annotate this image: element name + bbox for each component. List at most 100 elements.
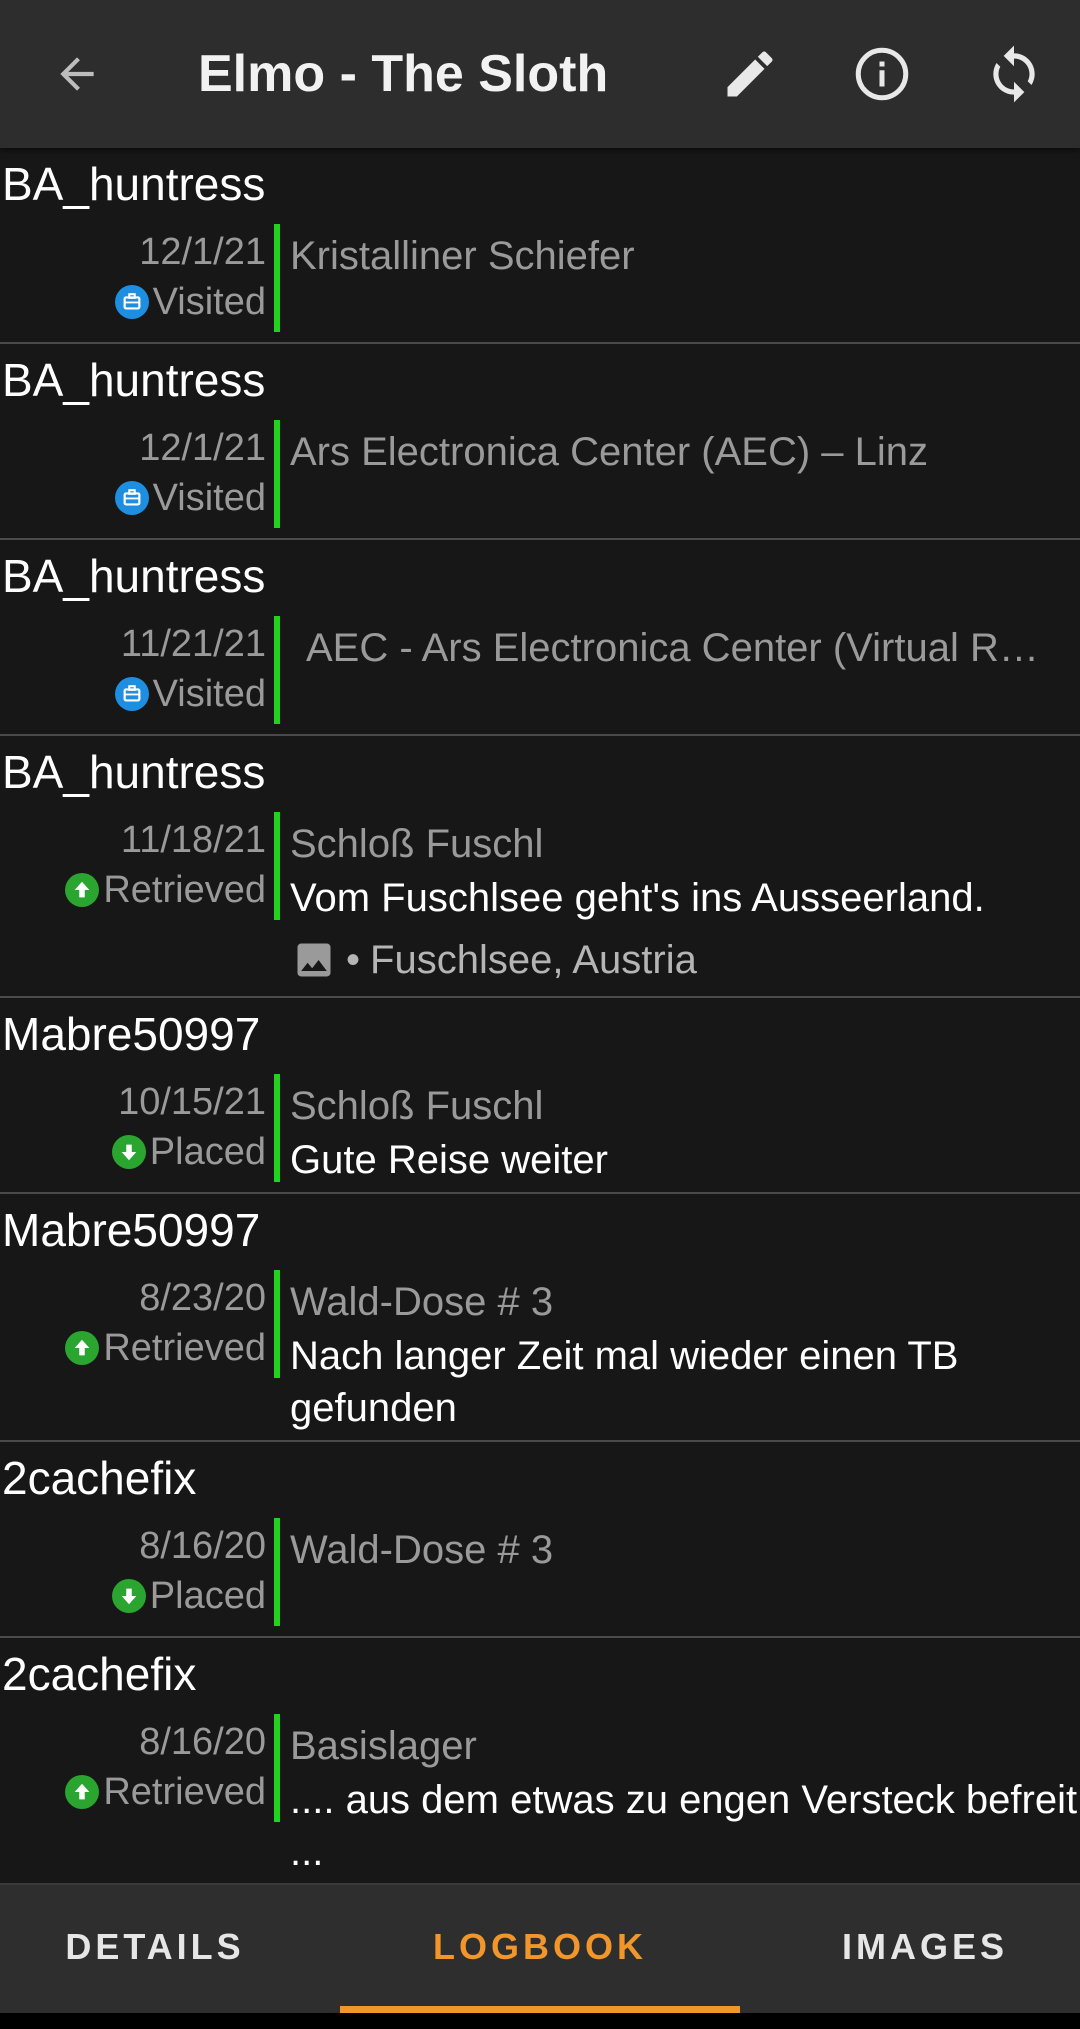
log-meta: 12/1/21 Visited xyxy=(6,426,266,520)
log-content: Schloß Fuschl Vom Fuschlsee geht's ins A… xyxy=(290,820,1080,924)
log-type: Retrieved xyxy=(6,1326,266,1370)
log-content: AEC - Ars Electronica Center (Virtual R… xyxy=(290,624,1080,672)
log-entry[interactable]: BA_huntress 12/1/21 Visited Kristalliner… xyxy=(0,148,1080,344)
log-meta: 8/16/20 Retrieved xyxy=(6,1720,266,1814)
log-author: 2cachefix xyxy=(2,1452,197,1504)
log-content: Ars Electronica Center (AEC) – Linz xyxy=(290,428,1080,476)
log-meta: 11/21/21 Visited xyxy=(6,622,266,716)
log-cache-name[interactable]: Schloß Fuschl xyxy=(290,820,1080,868)
log-accent-bar xyxy=(274,1074,280,1182)
log-content: Basislager .... aus dem etwas zu engen V… xyxy=(290,1722,1080,1878)
log-content: Wald-Dose # 3 Nach langer Zeit mal wiede… xyxy=(290,1278,1080,1434)
log-author: Mabre50997 xyxy=(2,1008,261,1060)
info-icon xyxy=(855,47,909,101)
location-separator: • xyxy=(346,938,361,982)
log-accent-bar xyxy=(274,1270,280,1378)
log-type-label: Retrieved xyxy=(103,1327,266,1369)
log-date: 8/23/20 xyxy=(139,1277,266,1319)
log-author: BA_huntress xyxy=(2,354,266,406)
log-meta: 10/15/21 Placed xyxy=(6,1080,266,1174)
log-cache-name[interactable]: Kristalliner Schiefer xyxy=(290,232,1080,280)
image-icon xyxy=(297,943,331,977)
log-type: Retrieved xyxy=(6,868,266,912)
log-type: Placed xyxy=(6,1130,266,1174)
log-content: Schloß Fuschl Gute Reise weiter xyxy=(290,1082,1080,1186)
log-entry[interactable]: BA_huntress 12/1/21 Visited Ars Electron… xyxy=(0,344,1080,540)
log-entry[interactable]: BA_huntress 11/18/21 Retrieved Schloß Fu… xyxy=(0,736,1080,998)
log-type-label: Visited xyxy=(152,281,266,323)
log-type: Visited xyxy=(6,280,266,324)
log-text: .... aus dem etwas zu engen Versteck bef… xyxy=(290,1778,1078,1874)
log-type-label: Placed xyxy=(149,1575,266,1617)
log-cache-name[interactable]: Schloß Fuschl xyxy=(290,1082,1080,1130)
log-cache-name[interactable]: Wald-Dose # 3 xyxy=(290,1278,1080,1326)
selected-tab-indicator xyxy=(340,2006,740,2013)
log-type-label: Visited xyxy=(152,477,266,519)
log-cache-name[interactable]: AEC - Ars Electronica Center (Virtual R… xyxy=(290,624,1080,672)
log-date: 8/16/20 xyxy=(139,1525,266,1567)
log-entry[interactable]: 2cachefix 8/16/20 Placed Wald-Dose # 3 xyxy=(0,1442,1080,1638)
retrieved-icon xyxy=(65,1331,100,1365)
retrieved-icon xyxy=(65,873,100,907)
page-title: Elmo - The Sloth xyxy=(198,45,609,103)
log-accent-bar xyxy=(274,812,280,920)
log-type: Visited xyxy=(6,476,266,520)
log-entry[interactable]: 2cachefix 8/16/20 Retrieved Basislager .… xyxy=(0,1638,1080,1883)
placed-icon xyxy=(111,1135,146,1169)
log-entry[interactable]: Mabre50997 8/23/20 Retrieved Wald-Dose #… xyxy=(0,1194,1080,1442)
visited-icon xyxy=(114,481,149,515)
log-accent-bar xyxy=(274,616,280,724)
retrieved-icon xyxy=(65,1775,100,1809)
visited-icon xyxy=(114,677,149,711)
log-meta: 12/1/21 Visited xyxy=(6,230,266,324)
log-date: 12/1/21 xyxy=(139,231,266,273)
tab-logbook[interactable]: LOGBOOK xyxy=(340,1885,740,2009)
log-date: 8/16/20 xyxy=(139,1721,266,1763)
pencil-icon xyxy=(727,51,773,97)
log-entry[interactable]: BA_huntress 11/21/21 Visited AEC - Ars E… xyxy=(0,540,1080,736)
log-date: 11/18/21 xyxy=(120,819,266,861)
log-type-label: Visited xyxy=(152,673,266,715)
tab-details[interactable]: DETAILS xyxy=(0,1885,310,2009)
log-author: BA_huntress xyxy=(2,746,266,798)
log-type: Visited xyxy=(6,672,266,716)
log-location-row[interactable]: • Fuschlsee, Austria xyxy=(292,936,697,984)
log-meta: 8/23/20 Retrieved xyxy=(6,1276,266,1370)
log-author: 2cachefix xyxy=(2,1648,197,1700)
log-accent-bar xyxy=(274,420,280,528)
log-accent-bar xyxy=(274,224,280,332)
log-text: Gute Reise weiter xyxy=(290,1138,608,1182)
info-button[interactable] xyxy=(842,34,922,114)
log-location: Fuschlsee, Austria xyxy=(370,938,697,982)
log-type: Placed xyxy=(6,1574,266,1618)
log-author: Mabre50997 xyxy=(2,1204,261,1256)
tab-images[interactable]: IMAGES xyxy=(770,1885,1080,2009)
log-author: BA_huntress xyxy=(2,158,266,210)
log-cache-name[interactable]: Ars Electronica Center (AEC) – Linz xyxy=(290,428,1080,476)
log-text: Vom Fuschlsee geht's ins Ausseerland. xyxy=(290,876,985,920)
log-cache-name[interactable]: Wald-Dose # 3 xyxy=(290,1526,1080,1574)
visited-icon xyxy=(114,285,149,319)
edit-button[interactable] xyxy=(710,34,790,114)
log-content: Wald-Dose # 3 xyxy=(290,1526,1080,1574)
log-type-label: Retrieved xyxy=(103,869,266,911)
log-accent-bar xyxy=(274,1714,280,1822)
log-type-label: Retrieved xyxy=(103,1771,266,1813)
arrow-back-icon xyxy=(60,57,94,91)
log-date: 11/21/21 xyxy=(120,623,266,665)
log-text: Nach langer Zeit mal wieder einen TB gef… xyxy=(290,1334,959,1430)
log-date: 10/15/21 xyxy=(118,1081,266,1123)
back-button[interactable] xyxy=(37,34,117,114)
log-meta: 11/18/21 Retrieved xyxy=(6,818,266,912)
logbook-list[interactable]: BA_huntress 12/1/21 Visited Kristalliner… xyxy=(0,148,1080,1883)
sync-icon xyxy=(993,45,1035,103)
log-entry[interactable]: Mabre50997 10/15/21 Placed Schloß Fuschl… xyxy=(0,998,1080,1194)
log-type-label: Placed xyxy=(149,1131,266,1173)
sync-button[interactable] xyxy=(974,34,1054,114)
log-accent-bar xyxy=(274,1518,280,1626)
log-date: 12/1/21 xyxy=(139,427,266,469)
bottom-edge xyxy=(0,2013,1080,2029)
log-meta: 8/16/20 Placed xyxy=(6,1524,266,1618)
log-cache-name[interactable]: Basislager xyxy=(290,1722,1080,1770)
placed-icon xyxy=(111,1579,146,1613)
